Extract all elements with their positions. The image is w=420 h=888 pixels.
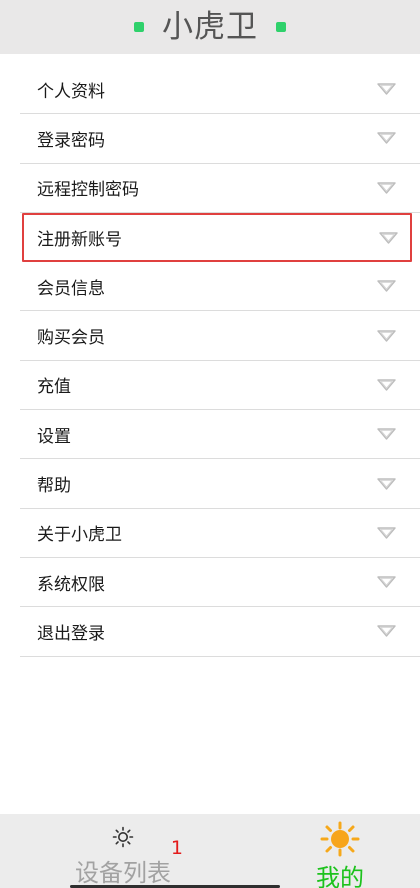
menu-item-label: 注册新账号 [37,230,122,251]
menu-item-recharge[interactable]: 充值 [20,361,420,411]
menu-item-logout[interactable]: 退出登录 [20,607,420,657]
chevron-down-icon [377,428,396,440]
menu-item-system-permissions[interactable]: 系统权限 [20,558,420,608]
app-screen: 小虎卫 个人资料 登录密码 远程控制密码 注册新账号 会员信息 购买会员 充值 [0,0,420,888]
menu-item-buy-membership[interactable]: 购买会员 [20,311,420,361]
sun-icon [318,821,362,857]
menu-item-about[interactable]: 关于小虎卫 [20,509,420,558]
chevron-down-icon [377,280,396,293]
menu-item-register-new-account[interactable]: 注册新账号 [22,212,412,263]
menu-item-label: 充值 [37,377,71,398]
menu-item-label: 购买会员 [37,328,105,349]
settings-menu: 个人资料 登录密码 远程控制密码 注册新账号 会员信息 购买会员 充值 设置 帮… [0,65,420,657]
title-left-dot-icon [134,22,144,32]
tab-device-list-label: 设备列表 1 [75,837,183,888]
tab-mine[interactable]: 我的 [300,814,380,888]
chevron-down-icon [377,477,396,490]
menu-item-label: 帮助 [37,476,71,497]
header-bar: 小虎卫 [0,0,420,54]
tab-device-list[interactable]: 设备列表 1 [58,814,188,888]
page-title: 小虎卫 [162,9,258,45]
menu-item-login-password[interactable]: 登录密码 [20,114,420,164]
menu-item-label: 退出登录 [37,623,105,644]
menu-item-remote-control-password[interactable]: 远程控制密码 [20,164,420,213]
chevron-down-icon [379,231,398,244]
menu-item-label: 系统权限 [37,574,105,595]
chevron-down-icon [377,83,396,95]
menu-item-label: 会员信息 [37,278,105,299]
menu-item-label: 远程控制密码 [37,180,139,201]
tab-label-text: 设备列表 [75,859,171,887]
notification-badge: 1 [170,837,183,859]
bottom-tab-bar: 设备列表 1 我的 [0,814,420,888]
menu-item-label: 关于小虎卫 [37,525,122,546]
menu-item-profile[interactable]: 个人资料 [20,65,420,115]
menu-item-label: 个人资料 [37,81,105,102]
chevron-down-icon [377,527,396,539]
chevron-down-icon [377,132,396,145]
menu-item-settings[interactable]: 设置 [20,410,420,460]
chevron-down-icon [377,625,396,638]
menu-item-member-info[interactable]: 会员信息 [20,262,420,312]
gear-icon [112,824,134,849]
chevron-down-icon [377,329,396,342]
title-right-dot-icon [276,22,286,32]
chevron-down-icon [377,379,396,391]
tab-mine-label: 我的 [316,864,364,888]
chevron-down-icon [377,576,396,588]
menu-item-label: 设置 [37,426,71,447]
chevron-down-icon [377,182,396,194]
menu-item-label: 登录密码 [37,130,105,151]
menu-item-help[interactable]: 帮助 [20,459,420,509]
